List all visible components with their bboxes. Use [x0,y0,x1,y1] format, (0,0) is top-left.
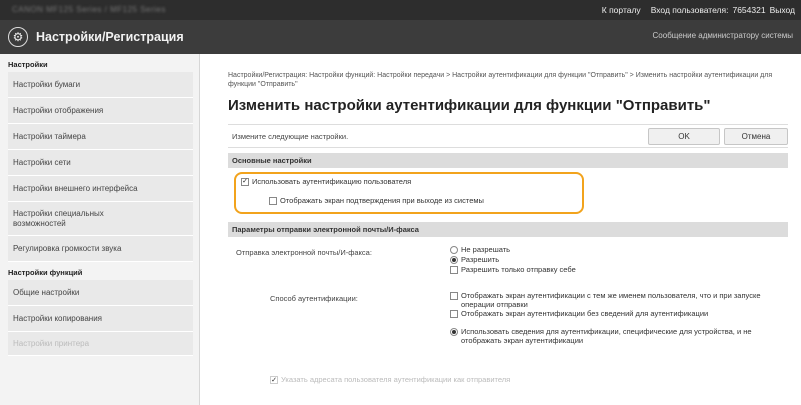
instruction-text: Измените следующие настройки. [232,131,349,141]
sidebar-item-display[interactable]: Настройки отображения [8,98,193,124]
sidebar-section-settings: Настройки [8,60,48,69]
sidebar-section-functions: Настройки функций [8,268,83,277]
top-status-bar: CANON MF125 Series / MF125 Series К порт… [0,0,801,20]
auth-method-option-device[interactable]: Использовать сведения для аутентификации… [450,327,761,345]
auth-method-label: Способ аутентификации: [270,294,358,303]
main-content: Настройки/Регистрация: Настройки функций… [200,54,801,405]
app-header: ⚙ Настройки/Регистрация Сообщение админи… [0,20,801,54]
sidebar-item-copy[interactable]: Настройки копирования [8,306,193,332]
settings-gear-icon: ⚙ [8,27,28,47]
email-send-option-allow[interactable]: Разрешить [450,255,499,265]
auth-method-same-user-checkbox[interactable] [450,292,458,300]
email-params-header: Параметры отправки электронной почты/И-ф… [228,222,788,237]
login-user-id: 7654321 [732,5,766,15]
action-row: Измените следующие настройки. OK Отмена [228,124,788,148]
app-title: Настройки/Регистрация [36,30,184,44]
admin-message-link[interactable]: Сообщение администратору системы [653,31,793,40]
sidebar-item-network[interactable]: Настройки сети [8,150,193,176]
sidebar-item-external-interface[interactable]: Настройки внешнего интерфейса [8,176,193,202]
ok-button[interactable]: OK [648,128,720,145]
page-title: Изменить настройки аутентификации для фу… [228,97,711,114]
sidebar: Настройки Настройки бумаги Настройки ото… [0,54,200,405]
sidebar-item-printer[interactable]: Настройки принтера [8,332,193,356]
breadcrumb: Настройки/Регистрация: Настройки функций… [228,72,773,88]
cancel-button[interactable]: Отмена [724,128,788,145]
sidebar-item-accessibility[interactable]: Настройки специальных возможностей [8,202,193,236]
highlight-box [234,172,584,214]
sidebar-item-general[interactable]: Общие настройки [8,280,193,306]
email-send-self-checkbox[interactable] [450,266,458,274]
portal-link[interactable]: К порталу [602,5,641,15]
login-user-label: Вход пользователя: [650,5,729,15]
logout-link[interactable]: Выход [770,5,795,15]
email-send-deny-radio[interactable] [450,246,458,254]
sidebar-item-paper[interactable]: Настройки бумаги [8,72,193,98]
basic-settings-header: Основные настройки [228,153,788,168]
sidebar-item-volume[interactable]: Регулировка громкости звука [8,236,193,262]
device-name-blurred: CANON MF125 Series / MF125 Series [12,5,166,14]
sidebar-item-timer[interactable]: Настройки таймера [8,124,193,150]
email-send-label: Отправка электронной почты/И-факса: [236,248,372,257]
auth-method-device-radio[interactable] [450,328,458,336]
sender-option-checkbox[interactable] [270,376,278,384]
auth-method-option-same-user[interactable]: Отображать экран аутентификации с тем же… [450,291,761,309]
auth-method-option-no-info[interactable]: Отображать экран аутентификации без свед… [450,309,761,319]
email-send-option-deny[interactable]: Не разрешать [450,245,510,255]
email-send-allow-radio[interactable] [450,256,458,264]
sender-option[interactable]: Указать адресата пользователя аутентифик… [270,375,510,385]
email-send-option-self[interactable]: Разрешить только отправку себе [450,265,576,275]
auth-method-no-info-checkbox[interactable] [450,310,458,318]
